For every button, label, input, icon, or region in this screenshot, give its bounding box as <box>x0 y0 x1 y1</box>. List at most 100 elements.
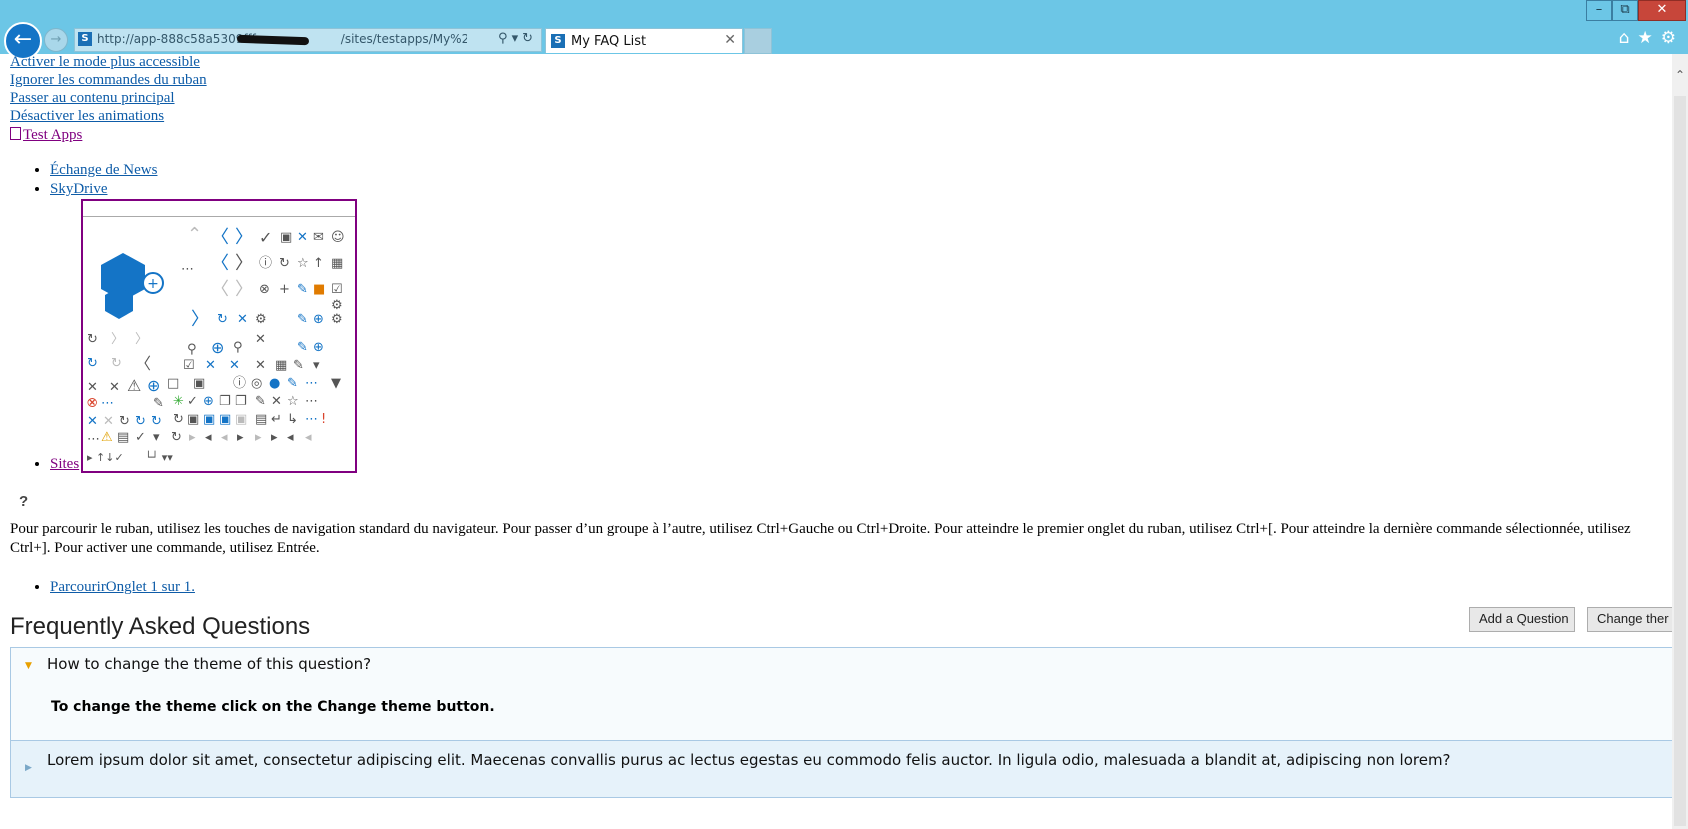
settings-gear-icon[interactable]: ⚙ <box>1661 28 1684 48</box>
camera-icon: ▣ <box>235 412 248 427</box>
camera-icon: ▣ <box>219 412 232 427</box>
add-question-button[interactable]: Add a Question <box>1469 607 1575 632</box>
broken-image-icon <box>10 127 21 140</box>
suite-link-sites[interactable]: Sites <box>50 456 79 472</box>
add-circle-icon: ⊕ <box>203 394 214 409</box>
suite-link-item: Échange de News <box>50 161 157 180</box>
home-icon[interactable]: ⌂ <box>1619 28 1638 48</box>
close-x-icon: ✕ <box>297 230 308 245</box>
suite-link-skydrive[interactable]: SkyDrive <box>50 181 108 197</box>
faq-item: ▼ How to change the theme of this questi… <box>10 647 1672 741</box>
tab-title: My FAQ List <box>571 34 647 49</box>
arrow-left-icon: ◂ <box>221 430 228 445</box>
skip-link-ignore-ribbon[interactable]: Ignorer les commandes du ruban <box>10 72 207 89</box>
close-x-icon: ✕ <box>109 380 120 395</box>
warning-icon: ⚠ <box>101 430 113 445</box>
collapse-triangle-icon[interactable]: ▼ <box>25 661 32 671</box>
add-circle-icon: ⊕ <box>313 312 324 327</box>
close-window-button[interactable]: ✕ <box>1638 0 1686 21</box>
close-x-icon: ✕ <box>87 414 98 429</box>
forward-circle-disabled-icon: 〉 <box>111 332 125 347</box>
faq-question[interactable]: How to change the theme of this question… <box>47 655 371 674</box>
close-x-icon: ✕ <box>271 394 282 409</box>
new-tab-button[interactable] <box>744 28 772 54</box>
ribbon-browse-tab[interactable]: ParcourirOnglet 1 sur 1. <box>50 579 195 595</box>
page-content: Activer le mode plus accessible Ignorer … <box>0 54 1672 829</box>
skip-link-main-content[interactable]: Passer au contenu principal <box>10 90 175 107</box>
reply-icon: ↵ <box>271 412 282 427</box>
forward-arrow-icon: → <box>50 32 62 47</box>
scroll-thumb[interactable] <box>1674 96 1686 826</box>
suite-link-news[interactable]: Échange de News <box>50 162 157 178</box>
suite-links-list-more: Sites <box>0 455 79 474</box>
dropdown-icon[interactable]: ▾ <box>512 31 523 46</box>
info-icon: ⓘ <box>233 376 247 391</box>
skip-link-disable-animations[interactable]: Désactiver les animations <box>10 108 164 125</box>
expand-triangle-icon[interactable]: ▶ <box>25 763 32 773</box>
pencil-icon: ✎ <box>153 396 164 411</box>
favorites-star-icon[interactable]: ★ <box>1638 28 1661 48</box>
star-icon: ☆ <box>297 256 309 271</box>
refresh-icon: ↻ <box>151 414 162 429</box>
site-title-link[interactable]: Test Apps <box>10 127 82 144</box>
change-theme-button[interactable]: Change ther <box>1587 607 1672 632</box>
pencil-icon: ✎ <box>293 358 304 373</box>
exclamation-icon: ! <box>321 412 327 427</box>
address-bar[interactable]: S http://app-888c58a5309fff./sites/testa… <box>74 28 542 52</box>
search-icon: ⚲ <box>187 342 197 357</box>
refresh-icon: ↻ <box>119 414 130 429</box>
scroll-up-icon[interactable]: ⌃ <box>1675 68 1685 82</box>
refresh-icon: ↻ <box>171 430 182 445</box>
minimize-button[interactable]: – <box>1586 0 1612 21</box>
close-circle-icon: ⊗ <box>259 282 270 297</box>
add-circle-icon: ⊕ <box>211 338 225 357</box>
pencil-icon: ✎ <box>297 312 308 327</box>
refresh-icon[interactable]: ↻ <box>522 31 537 46</box>
arrow-right-icon: ▸ <box>255 430 262 445</box>
corner-icons: └┘ ▾▾ <box>145 451 173 464</box>
tab-my-faq-list[interactable]: S My FAQ List ✕ <box>545 28 743 53</box>
skip-link-accessible-mode[interactable]: Activer le mode plus accessible <box>10 54 200 71</box>
search-icon[interactable]: ⚲ <box>498 31 512 46</box>
indent-icon: ↳ <box>287 412 298 427</box>
refresh-icon: ↻ <box>111 356 122 371</box>
browser-command-icons: ⌂★⚙ <box>1619 28 1684 48</box>
close-x-icon: ✕ <box>87 380 98 395</box>
faq-question[interactable]: Lorem ipsum dolor sit amet, consectetur … <box>47 751 1467 770</box>
browser-chrome: – ⧉ ✕ ← → S http://app-888c58a5309fff./s… <box>0 0 1688 60</box>
ribbon-instructions: Pour parcourir le ruban, utilisez les to… <box>10 521 1631 556</box>
filter-icon: ▼ <box>331 376 341 391</box>
more-icon: ⋯ <box>305 394 318 409</box>
close-x-icon: ✕ <box>205 358 216 373</box>
back-circle-icon: 〈 <box>211 253 229 274</box>
close-tab-icon[interactable]: ✕ <box>724 32 736 48</box>
help-icon[interactable]: ? <box>19 493 28 510</box>
up-chevron-icon: ⌃ <box>187 224 203 245</box>
refresh-icon: ↻ <box>87 332 98 347</box>
mail-icon: ✉ <box>313 230 324 245</box>
dropdown-icon: ▾ <box>313 358 320 373</box>
vertical-scrollbar[interactable]: ⌃ <box>1672 54 1688 829</box>
close-x-icon: ✕ <box>103 414 114 429</box>
star-icon: ☆ <box>287 394 299 409</box>
restore-button[interactable]: ⧉ <box>1612 0 1638 21</box>
suite-link-item: SkyDrive <box>50 180 157 199</box>
back-circle-icon: 〈 <box>211 227 229 248</box>
sharepoint-favicon-icon: S <box>551 34 565 48</box>
lock-icon: ▣ <box>280 230 293 245</box>
arrow-left-icon: ◂ <box>287 430 294 445</box>
sharepoint-favicon-icon: S <box>78 32 92 46</box>
plus-icon: + <box>279 282 290 297</box>
add-circle-icon: ⊕ <box>147 376 161 395</box>
info-filled-icon: ● <box>269 376 281 391</box>
sprite-image: + ⋯ ⌃ 〈 〉 ✓ ▣ ✕ ✉ ☺ 〈 〉 ⓘ ↻ ☆ ↑ ▦ 〈 〉 ⊗ … <box>81 199 357 473</box>
pencil-icon: ✎ <box>297 282 308 297</box>
globe-icon: ◎ <box>251 376 263 391</box>
list-icon: ▤ <box>117 430 130 445</box>
square-icon: □ <box>167 376 180 391</box>
more-icon: ⋯ <box>305 412 318 427</box>
check-people-icon: ✓ <box>135 430 146 445</box>
info-icon: ⓘ <box>259 256 273 271</box>
forward-button[interactable]: → <box>44 28 68 52</box>
back-circle-disabled-icon: 〈 <box>211 279 229 300</box>
